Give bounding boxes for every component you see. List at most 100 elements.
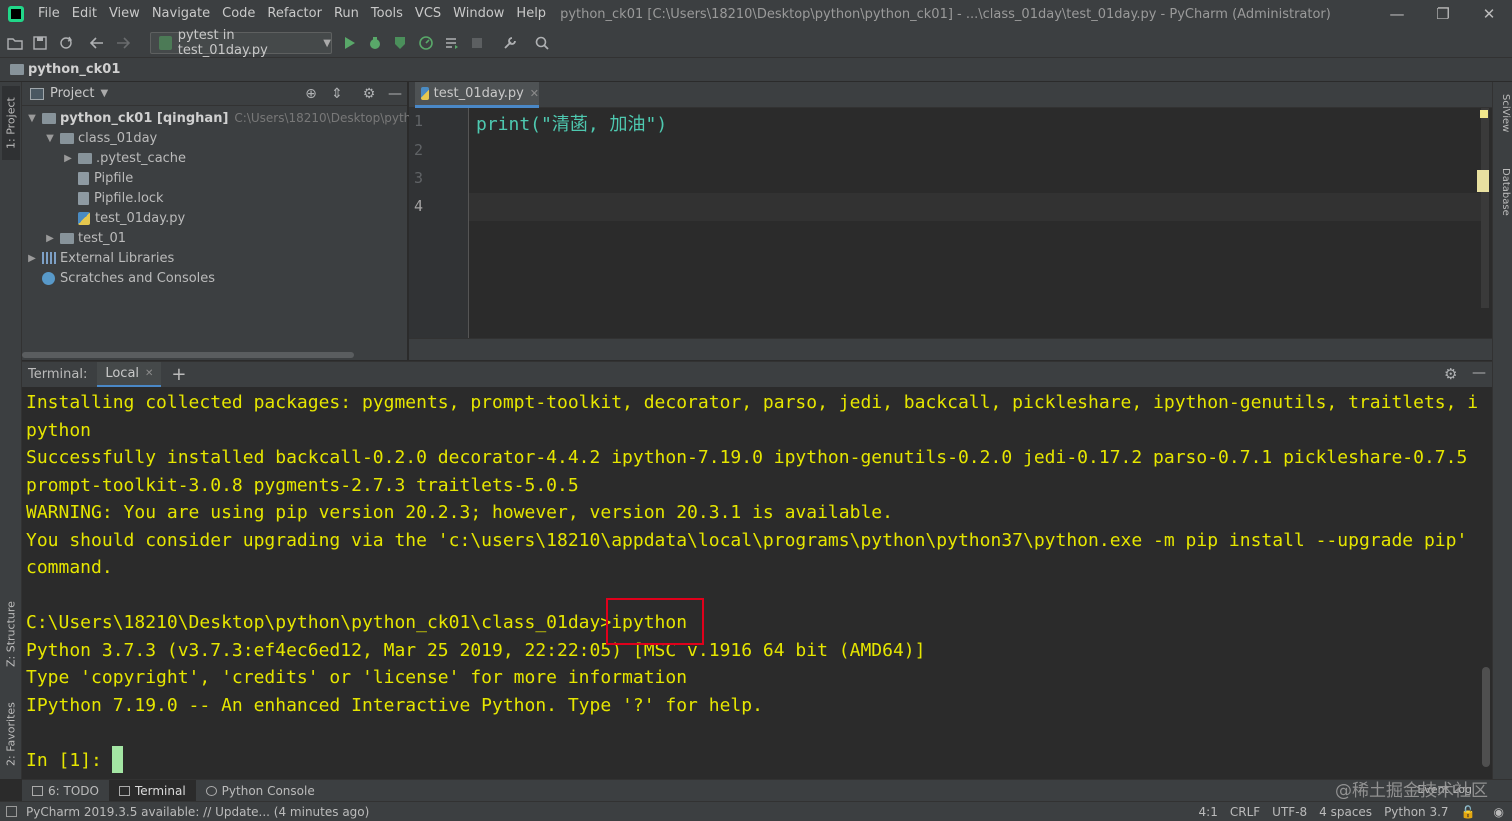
tool-windows-icon[interactable]	[6, 806, 17, 817]
caret-position[interactable]: 4:1	[1199, 805, 1218, 819]
indent-setting[interactable]: 4 spaces	[1319, 805, 1372, 819]
terminal-line: IPython 7.19.0 -- An enhanced Interactiv…	[26, 695, 763, 716]
terminal-line: Installing collected packages: pygments,…	[26, 392, 1479, 413]
menu-run[interactable]: Run	[328, 0, 365, 28]
tree-item-external-libraries[interactable]: ▶ External Libraries	[26, 248, 174, 268]
search-icon[interactable]	[533, 34, 551, 52]
menu-navigate[interactable]: Navigate	[146, 0, 216, 28]
tree-item-pipfile-lock[interactable]: Pipfile.lock	[78, 188, 164, 208]
restore-button[interactable]: ❐	[1420, 0, 1466, 28]
project-tool-tab[interactable]: 1: Project	[2, 86, 20, 160]
menu-refactor[interactable]: Refactor	[261, 0, 328, 28]
locate-target-icon[interactable]: ⊕	[302, 85, 320, 103]
editor-tab-test-01day[interactable]: test_01day.py ✕	[415, 82, 539, 108]
menu-view[interactable]: View	[103, 0, 146, 28]
hide-panel-icon[interactable]: —	[1472, 365, 1486, 381]
python-console-tool-tab[interactable]: Python Console	[196, 780, 325, 802]
favorites-tool-tab-label: 2: Favorites	[4, 702, 18, 766]
tree-item-scratches[interactable]: Scratches and Consoles	[42, 268, 215, 288]
tree-item-class-01day[interactable]: ▼ class_01day	[44, 128, 157, 148]
close-window-button[interactable]: ✕	[1466, 0, 1512, 28]
collapsed-arrow-icon[interactable]: ▶	[44, 233, 56, 244]
status-message[interactable]: PyCharm 2019.3.5 available: // Update...…	[26, 805, 369, 819]
save-all-icon[interactable]	[31, 34, 49, 52]
menu-code[interactable]: Code	[216, 0, 261, 28]
tree-item-pipfile[interactable]: Pipfile	[78, 168, 133, 188]
terminal-scrollbar[interactable]	[1482, 667, 1490, 767]
hide-panel-icon[interactable]: —	[386, 85, 404, 103]
prompt-close: ]:	[80, 750, 113, 771]
collapsed-arrow-icon[interactable]: ▶	[26, 253, 38, 264]
menu-edit[interactable]: Edit	[66, 0, 103, 28]
breadcrumb-project[interactable]: python_ck01	[28, 62, 120, 77]
menu-file[interactable]: File	[32, 0, 66, 28]
expanded-arrow-icon[interactable]: ▼	[26, 113, 38, 124]
tree-item-pytest-cache[interactable]: ▶ .pytest_cache	[62, 148, 186, 168]
debug-icon[interactable]	[366, 34, 384, 52]
close-icon[interactable]: ✕	[145, 368, 153, 379]
horizontal-scrollbar[interactable]	[22, 352, 354, 358]
todo-tab-label: 6: TODO	[48, 783, 99, 798]
collapse-all-icon[interactable]: ⇕	[328, 85, 346, 103]
editor-bottom-bar	[409, 338, 1492, 360]
back-arrow-icon[interactable]	[88, 34, 106, 52]
minimize-button[interactable]: —	[1374, 0, 1420, 28]
menu-tools[interactable]: Tools	[365, 0, 409, 28]
python-interpreter[interactable]: Python 3.7	[1384, 805, 1449, 819]
stop-icon[interactable]	[468, 34, 486, 52]
favorites-tool-tab[interactable]: 2: Favorites	[2, 692, 20, 776]
run-icon[interactable]	[341, 34, 359, 52]
right-tool-strip: SciView Database	[1492, 82, 1512, 779]
inspector-icon[interactable]: ◉	[1494, 805, 1504, 819]
terminal-output[interactable]: Installing collected packages: pygments,…	[22, 387, 1492, 779]
sciview-tool-tab[interactable]: SciView	[1495, 94, 1511, 132]
close-icon[interactable]: ✕	[530, 87, 539, 100]
editor-tab-bar: test_01day.py ✕	[409, 82, 1492, 108]
current-line-highlight	[469, 193, 1482, 221]
tree-item-label: test_01	[78, 230, 127, 246]
structure-tool-tab[interactable]: Z: Structure	[2, 592, 20, 676]
todo-tool-tab[interactable]: 6: TODO	[22, 780, 109, 802]
run-configuration-select[interactable]: pytest in test_01day.py ▼	[150, 28, 332, 58]
file-icon	[78, 191, 89, 205]
tree-item-label: test_01day.py	[95, 210, 186, 226]
open-folder-icon[interactable]	[6, 34, 24, 52]
code-editor[interactable]: 1 2 3 4 print("清菡, 加油")	[409, 108, 1492, 360]
sync-icon[interactable]	[57, 34, 75, 52]
tree-item-test-01day-py[interactable]: test_01day.py	[78, 208, 185, 228]
list-icon	[32, 785, 43, 796]
line-number: 3	[414, 169, 424, 187]
chevron-down-icon[interactable]: ▼	[100, 88, 108, 99]
editor-scrollbar[interactable]	[1481, 108, 1489, 308]
expanded-arrow-icon[interactable]: ▼	[44, 133, 56, 144]
gear-icon[interactable]: ⚙	[360, 85, 378, 103]
menu-window[interactable]: Window	[447, 0, 510, 28]
new-terminal-plus-icon[interactable]: +	[171, 364, 186, 385]
concurrency-icon[interactable]	[443, 34, 461, 52]
terminal-line: Successfully installed backcall-0.2.0 de…	[26, 447, 1468, 468]
code-line[interactable]: print("清菡, 加油")	[476, 110, 667, 136]
line-separator[interactable]: CRLF	[1230, 805, 1260, 819]
terminal-tool-tab[interactable]: Terminal	[108, 779, 196, 802]
tree-item-test-01[interactable]: ▶ test_01	[44, 228, 126, 248]
menu-vcs[interactable]: VCS	[409, 0, 447, 28]
collapsed-arrow-icon[interactable]: ▶	[62, 153, 74, 164]
profile-icon[interactable]	[417, 34, 435, 52]
menu-help[interactable]: Help	[510, 0, 552, 28]
coverage-icon[interactable]	[391, 34, 409, 52]
gear-icon[interactable]: ⚙	[1444, 365, 1457, 383]
menu-bar: File Edit View Navigate Code Refactor Ru…	[0, 0, 1512, 28]
watermark: @稀土掘金技术社区	[1335, 781, 1488, 801]
project-view-select[interactable]: Project	[50, 86, 94, 101]
project-panel: Project ▼ ⊕ ⇕ ⚙ — ▼ python_ck01 [qinghan…	[22, 82, 445, 360]
terminal-tab-local[interactable]: Local ✕	[97, 361, 162, 388]
forward-arrow-icon[interactable]	[114, 34, 132, 52]
lock-icon[interactable]: 🔓	[1461, 805, 1476, 819]
folder-icon	[42, 112, 56, 124]
wrench-settings-icon[interactable]	[501, 34, 519, 52]
database-tool-tab[interactable]: Database	[1495, 168, 1511, 216]
tree-item-root[interactable]: ▼ python_ck01 [qinghan] C:\Users\18210\D…	[26, 108, 445, 128]
error-stripe-marker[interactable]	[1477, 170, 1489, 192]
inspection-status-marker[interactable]	[1480, 110, 1488, 118]
file-encoding[interactable]: UTF-8	[1272, 805, 1307, 819]
